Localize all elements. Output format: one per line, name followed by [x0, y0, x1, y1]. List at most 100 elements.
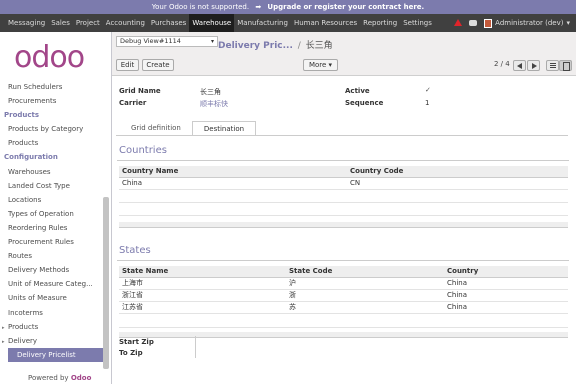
- state-code-cell: 沪: [286, 277, 444, 290]
- odoo-logo: odoo: [14, 40, 85, 75]
- top-menu-item-warehouse[interactable]: Warehouse: [189, 14, 235, 32]
- to-zip-label: To Zip: [119, 349, 143, 357]
- carrier-link[interactable]: 顺丰标快: [200, 99, 228, 109]
- top-menu-item-project[interactable]: Project: [73, 14, 103, 32]
- sequence-value: 1: [425, 99, 430, 107]
- sidebar-item-units-of-measure[interactable]: Units of Measure: [0, 291, 104, 305]
- top-right-tools: Administrator (dev) ▾: [454, 14, 570, 32]
- logo[interactable]: odoo: [0, 32, 111, 78]
- sidebar-scrollbar[interactable]: [103, 197, 109, 369]
- table-row[interactable]: 江苏省 苏 China: [119, 301, 568, 314]
- sidebar-item-delivery-pricelist[interactable]: Delivery Pricelist: [8, 347, 104, 362]
- grid-name-value: 长三角: [200, 88, 221, 96]
- breadcrumb-separator: /: [297, 41, 301, 51]
- table-row[interactable]: China CN: [119, 177, 568, 190]
- sidebar-item-procurements[interactable]: Procurements: [0, 94, 104, 108]
- sidebar: odoo Run Schedulers Procurements Products P…: [0, 32, 112, 384]
- table-row[interactable]: 上海市 沪 China: [119, 277, 568, 290]
- state-code-header[interactable]: State Code: [286, 266, 444, 278]
- top-menu-item-reporting[interactable]: Reporting: [360, 14, 400, 32]
- country-code-header[interactable]: Country Code: [347, 166, 568, 178]
- countries-table: Country Name Country Code China CN: [119, 166, 568, 190]
- notice-text: Your Odoo is not supported.: [151, 3, 250, 11]
- start-zip-label: Start Zip: [119, 338, 154, 346]
- state-country-cell: China: [444, 289, 568, 302]
- sidebar-group-products[interactable]: ▸ Products: [0, 320, 104, 334]
- state-code-cell: 浙: [286, 289, 444, 302]
- list-view-button[interactable]: [546, 60, 559, 71]
- state-name-cell: 浙江省: [119, 289, 286, 302]
- user-name: Administrator (dev): [495, 19, 564, 27]
- sidebar-item-products-by-category[interactable]: Products by Category: [0, 122, 104, 136]
- table-footer: [119, 332, 568, 338]
- top-menu-item-manufacturing[interactable]: Manufacturing: [234, 14, 291, 32]
- states-table: State Name State Code Country 上海市 沪 Chin…: [119, 266, 568, 314]
- form-view-button[interactable]: [559, 60, 572, 71]
- state-country-cell: China: [444, 277, 568, 290]
- sidebar-item-products[interactable]: Products: [0, 136, 104, 150]
- breadcrumb: Delivery Pric... / 长三角: [218, 38, 333, 51]
- avatar: [484, 18, 493, 28]
- breadcrumb-link[interactable]: Delivery Pric...: [218, 41, 293, 51]
- user-menu[interactable]: Administrator (dev) ▾: [484, 18, 570, 28]
- next-record-button[interactable]: [527, 60, 540, 71]
- odoo-link[interactable]: Odoo: [71, 374, 92, 382]
- table-footer: [119, 222, 568, 228]
- sidebar-item-run-schedulers[interactable]: Run Schedulers: [0, 80, 104, 94]
- state-code-cell: 苏: [286, 301, 444, 314]
- tab-divider: [116, 135, 568, 136]
- empty-row: [119, 327, 568, 328]
- state-name-cell: 上海市: [119, 277, 286, 290]
- more-button[interactable]: More ▾: [303, 59, 338, 71]
- sidebar-section-configuration: Configuration: [4, 153, 58, 162]
- sidebar-item-types-of-operation[interactable]: Types of Operation: [0, 207, 104, 221]
- section-divider: [117, 160, 569, 161]
- edit-button[interactable]: Edit: [116, 59, 139, 71]
- unsupported-notice-bar: Your Odoo is not supported. ➡ Upgrade or…: [0, 0, 576, 14]
- sidebar-item-procurement-rules[interactable]: Procurement Rules: [0, 235, 104, 249]
- create-button[interactable]: Create: [142, 59, 174, 71]
- top-menu-item-messaging[interactable]: Messaging: [5, 14, 48, 32]
- sidebar-item-label: Delivery: [8, 336, 38, 345]
- debug-view-select[interactable]: Debug View#1114 ▾: [116, 36, 218, 47]
- arrow-icon: ➡: [255, 3, 262, 11]
- zip-field-divider: [195, 336, 196, 358]
- sidebar-item-locations[interactable]: Locations: [0, 193, 104, 207]
- chat-icon[interactable]: [469, 20, 478, 26]
- sidebar-nav: Run Schedulers Procurements Products Produc…: [0, 80, 104, 362]
- top-menu-bar: Messaging Sales Project Accounting Purchases…: [0, 14, 576, 32]
- upgrade-link[interactable]: Upgrade or register your contract here.: [267, 3, 424, 11]
- top-menu-item-human-resources[interactable]: Human Resources: [291, 14, 360, 32]
- previous-record-button[interactable]: [513, 60, 526, 71]
- country-name-header[interactable]: Country Name: [119, 166, 347, 178]
- top-menu-item-accounting[interactable]: Accounting: [103, 14, 148, 32]
- sidebar-item-reordering-rules[interactable]: Reordering Rules: [0, 221, 104, 235]
- sidebar-item-delivery-methods[interactable]: Delivery Methods: [0, 263, 104, 277]
- sidebar-item-routes[interactable]: Routes: [0, 249, 104, 263]
- state-country-cell: China: [444, 301, 568, 314]
- active-label: Active: [345, 87, 370, 95]
- section-divider: [117, 260, 569, 261]
- top-menu-item-sales[interactable]: Sales: [48, 14, 73, 32]
- tab-grid-definition[interactable]: Grid definition: [120, 121, 192, 136]
- sidebar-item-incoterms[interactable]: Incoterms: [0, 306, 104, 320]
- empty-row: [119, 215, 568, 216]
- sidebar-item-unit-of-measure-categ[interactable]: Unit of Measure Categ...: [0, 277, 104, 291]
- active-checkbox[interactable]: ✓: [425, 86, 431, 94]
- sidebar-item-landed-cost-type[interactable]: Landed Cost Type: [0, 179, 104, 193]
- top-menu-item-purchases[interactable]: Purchases: [148, 14, 189, 32]
- top-menu: Messaging Sales Project Accounting Purchases…: [5, 14, 435, 32]
- alert-icon[interactable]: [454, 19, 463, 27]
- tab-destination[interactable]: Destination: [191, 121, 257, 136]
- sidebar-group-delivery[interactable]: ▸ Delivery: [0, 334, 104, 348]
- countries-title: Countries: [119, 145, 167, 156]
- top-menu-item-settings[interactable]: Settings: [400, 14, 435, 32]
- sidebar-section-products: Products: [4, 111, 40, 120]
- pager-value: 2 / 4: [494, 60, 510, 68]
- table-row[interactable]: 浙江省 浙 China: [119, 289, 568, 302]
- control-panel: Debug View#1114 ▾ Delivery Pric... / 长三角…: [112, 32, 576, 76]
- carrier-label: Carrier: [119, 99, 147, 107]
- sidebar-item-warehouses[interactable]: Warehouses: [0, 165, 104, 179]
- state-country-header[interactable]: Country: [444, 266, 568, 278]
- state-name-header[interactable]: State Name: [119, 266, 286, 278]
